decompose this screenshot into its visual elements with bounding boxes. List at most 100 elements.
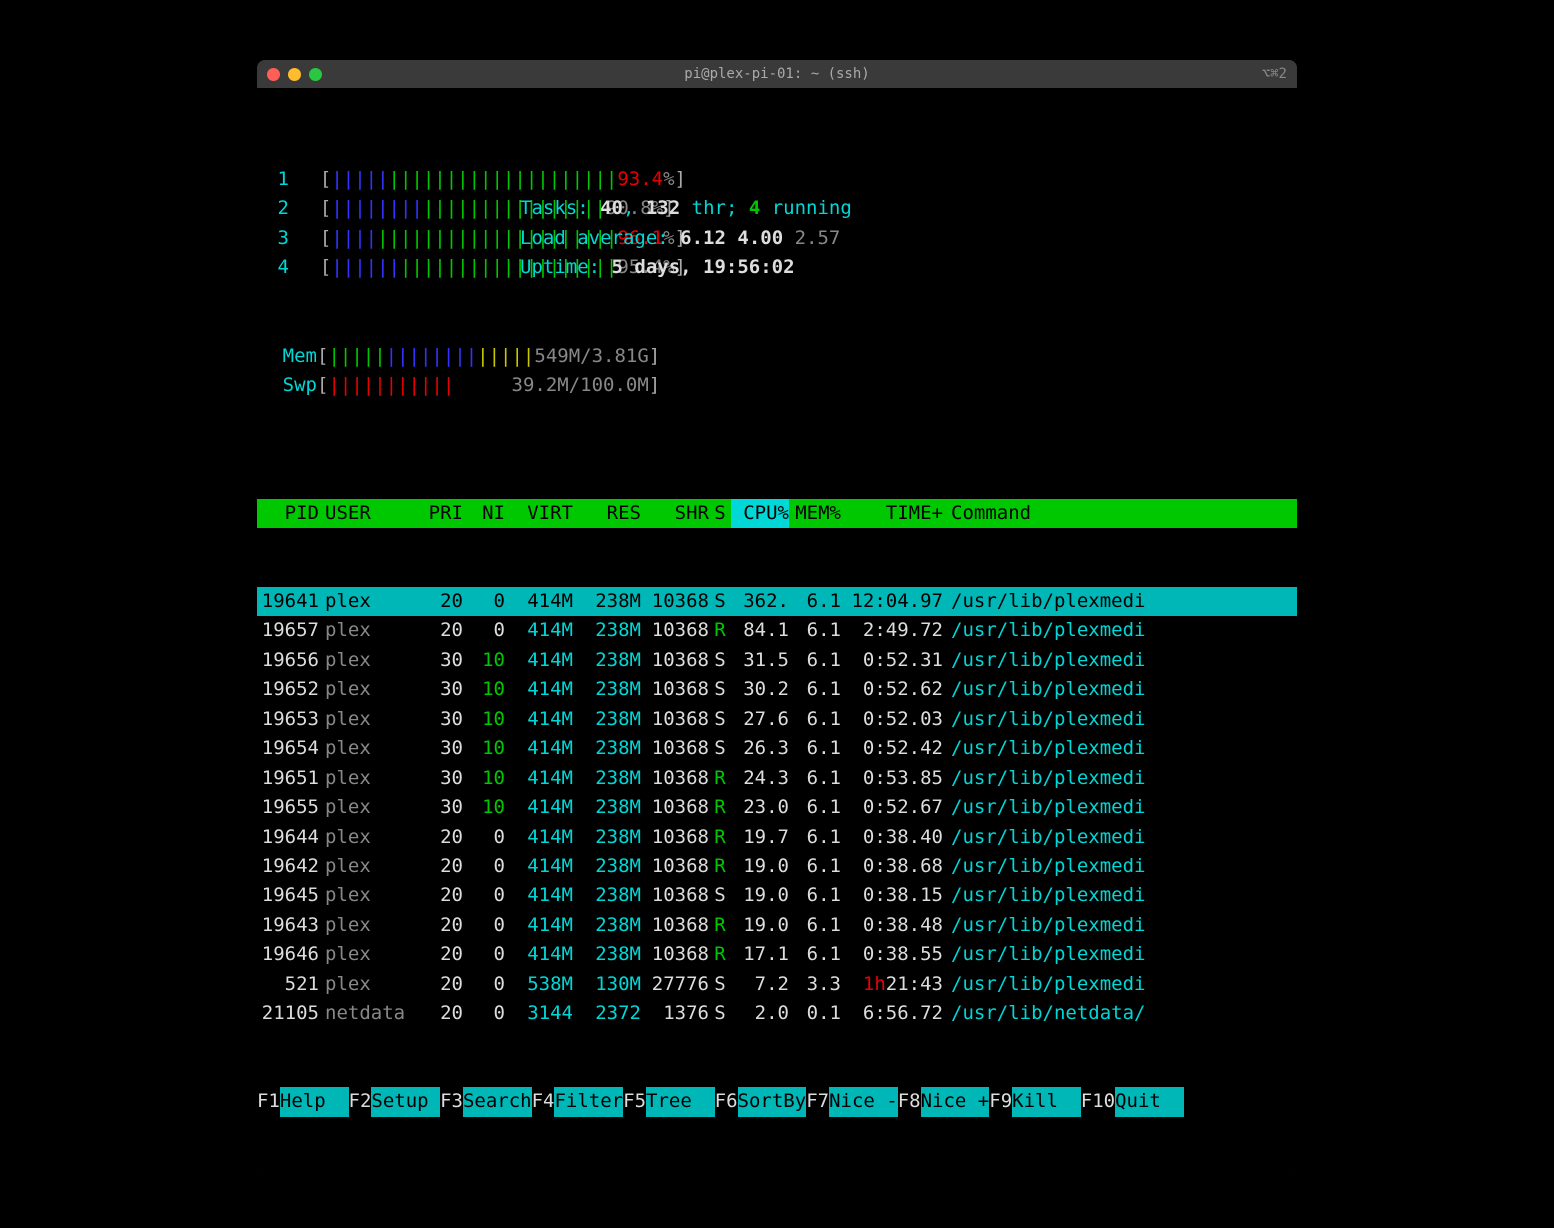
fkey-label[interactable]: Tree xyxy=(646,1087,715,1116)
virt: 414M xyxy=(505,616,573,645)
process-header[interactable]: PIDUSERPRINIVIRTRESSHRSCPU%MEM%TIME+Comm… xyxy=(257,499,1297,528)
pri: 20 xyxy=(411,616,463,645)
virt: 414M xyxy=(505,705,573,734)
ni: 10 xyxy=(463,734,505,763)
process-row[interactable]: 19643plex200414M238M10368R19.06.10:38.48… xyxy=(257,911,1297,940)
fkey-label[interactable]: SortBy xyxy=(738,1087,807,1116)
col-shr[interactable]: SHR xyxy=(641,499,709,528)
pri: 30 xyxy=(411,705,463,734)
process-list[interactable]: 19641plex200414M238M10368S362.6.112:04.9… xyxy=(257,587,1297,1029)
pid: 19652 xyxy=(257,675,319,704)
titlebar[interactable]: pi@plex-pi-01: ~ (ssh) ⌥⌘2 xyxy=(257,60,1297,88)
cpu: 2.0 xyxy=(731,999,789,1028)
cpu: 19.0 xyxy=(731,881,789,910)
res: 238M xyxy=(573,940,641,969)
col-virt[interactable]: VIRT xyxy=(505,499,573,528)
fkey: F8 xyxy=(898,1087,921,1116)
process-row[interactable]: 19652plex3010414M238M10368S30.26.10:52.6… xyxy=(257,675,1297,704)
state: R xyxy=(709,793,731,822)
fkey-label[interactable]: Nice + xyxy=(921,1087,990,1116)
col-pri[interactable]: PRI xyxy=(411,499,463,528)
pri: 20 xyxy=(411,970,463,999)
ni: 0 xyxy=(463,823,505,852)
process-row[interactable]: 21105netdata200314423721376S2.00.16:56.7… xyxy=(257,999,1297,1028)
res: 238M xyxy=(573,675,641,704)
res: 238M xyxy=(573,646,641,675)
process-row[interactable]: 19641plex200414M238M10368S362.6.112:04.9… xyxy=(257,587,1297,616)
process-row[interactable]: 521plex200538M130M27776S7.23.31h21:43/us… xyxy=(257,970,1297,999)
mem-label: Mem xyxy=(277,342,317,371)
state: S xyxy=(709,587,731,616)
shr: 10368 xyxy=(641,616,709,645)
process-row[interactable]: 19653plex3010414M238M10368S27.66.10:52.0… xyxy=(257,705,1297,734)
terminal-content[interactable]: 1 [|||||||||||||||||||||||||93.4%]2 [|||… xyxy=(257,88,1297,1176)
cpu-label: 2 xyxy=(257,194,297,223)
ni: 10 xyxy=(463,793,505,822)
col-user[interactable]: USER xyxy=(319,499,411,528)
user: plex xyxy=(319,587,411,616)
maximize-icon[interactable] xyxy=(309,68,322,81)
virt: 414M xyxy=(505,764,573,793)
process-row[interactable]: 19656plex3010414M238M10368S31.56.10:52.3… xyxy=(257,646,1297,675)
ni: 0 xyxy=(463,852,505,881)
state: S xyxy=(709,646,731,675)
fkey-label[interactable]: Help xyxy=(280,1087,349,1116)
shr: 1376 xyxy=(641,999,709,1028)
virt: 414M xyxy=(505,852,573,881)
ni: 0 xyxy=(463,999,505,1028)
uptime-value: 5 days, 19:56:02 xyxy=(612,256,795,278)
user: plex xyxy=(319,705,411,734)
user: plex xyxy=(319,970,411,999)
col-ni[interactable]: NI xyxy=(463,499,505,528)
swp-text: 39.2M/100.0M xyxy=(512,374,649,396)
process-row[interactable]: 19642plex200414M238M10368R19.06.10:38.68… xyxy=(257,852,1297,881)
col-time[interactable]: TIME+ xyxy=(841,499,943,528)
cpu: 23.0 xyxy=(731,793,789,822)
process-row[interactable]: 19655plex3010414M238M10368R23.06.10:52.6… xyxy=(257,793,1297,822)
ni: 0 xyxy=(463,881,505,910)
cmd: /usr/lib/plexmedi xyxy=(943,793,1297,822)
cmd: /usr/lib/plexmedi xyxy=(943,881,1297,910)
fkey-label[interactable]: Kill xyxy=(1012,1087,1081,1116)
fkey-label[interactable]: Search xyxy=(463,1087,532,1116)
res: 2372 xyxy=(573,999,641,1028)
swp-label: Swp xyxy=(277,371,317,400)
pri: 20 xyxy=(411,823,463,852)
col-cpu[interactable]: CPU% xyxy=(731,499,789,528)
pid: 19657 xyxy=(257,616,319,645)
col-cmd[interactable]: Command xyxy=(943,499,1297,528)
mem: 6.1 xyxy=(789,587,841,616)
shr: 10368 xyxy=(641,852,709,881)
minimize-icon[interactable] xyxy=(288,68,301,81)
fkey-label[interactable]: Quit xyxy=(1115,1087,1184,1116)
fkey-label[interactable]: Nice - xyxy=(829,1087,898,1116)
cmd: /usr/lib/plexmedi xyxy=(943,940,1297,969)
res: 238M xyxy=(573,616,641,645)
process-row[interactable]: 19654plex3010414M238M10368S26.36.10:52.4… xyxy=(257,734,1297,763)
mem: 6.1 xyxy=(789,881,841,910)
close-icon[interactable] xyxy=(267,68,280,81)
res: 238M xyxy=(573,705,641,734)
cmd: /usr/lib/plexmedi xyxy=(943,852,1297,881)
res: 238M xyxy=(573,881,641,910)
mem: 0.1 xyxy=(789,999,841,1028)
process-row[interactable]: 19657plex200414M238M10368R84.16.12:49.72… xyxy=(257,616,1297,645)
col-mem[interactable]: MEM% xyxy=(789,499,841,528)
col-pid[interactable]: PID xyxy=(257,499,319,528)
cpu: 19.0 xyxy=(731,911,789,940)
cpu: 19.0 xyxy=(731,852,789,881)
fkey-label[interactable]: Filter xyxy=(554,1087,623,1116)
process-row[interactable]: 19651plex3010414M238M10368R24.36.10:53.8… xyxy=(257,764,1297,793)
cmd: /usr/lib/plexmedi xyxy=(943,616,1297,645)
state: R xyxy=(709,764,731,793)
cpu: 24.3 xyxy=(731,764,789,793)
fkey-label[interactable]: Setup xyxy=(371,1087,440,1116)
process-row[interactable]: 19644plex200414M238M10368R19.76.10:38.40… xyxy=(257,823,1297,852)
shr: 10368 xyxy=(641,587,709,616)
col-s[interactable]: S xyxy=(709,499,731,528)
process-row[interactable]: 19646plex200414M238M10368R17.16.10:38.55… xyxy=(257,940,1297,969)
process-row[interactable]: 19645plex200414M238M10368S19.06.10:38.15… xyxy=(257,881,1297,910)
pid: 19646 xyxy=(257,940,319,969)
cmd: /usr/lib/plexmedi xyxy=(943,646,1297,675)
col-res[interactable]: RES xyxy=(573,499,641,528)
